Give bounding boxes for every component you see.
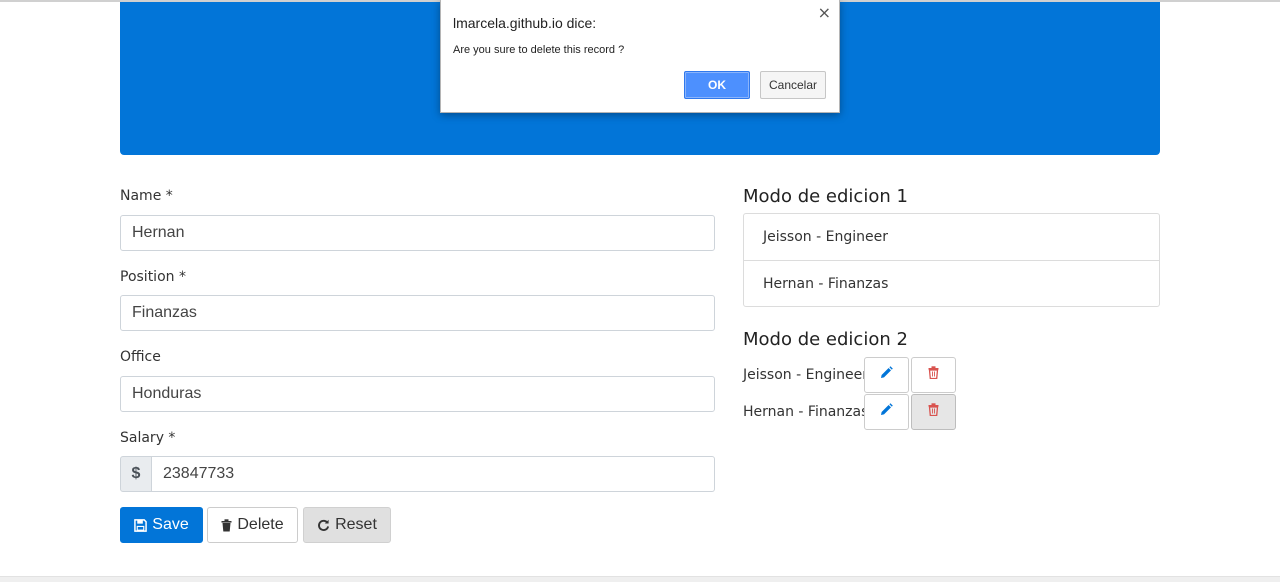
dialog-message: Are you sure to delete this record ? <box>453 44 625 56</box>
record-label: Hernan - Finanzas <box>743 404 869 420</box>
delete-label: Delete <box>237 516 284 533</box>
remove-button[interactable] <box>911 394 956 430</box>
name-input[interactable]: Hernan <box>120 215 715 251</box>
page: Name * Hernan Position * Finanzas Office… <box>0 0 1280 582</box>
reset-button[interactable]: Reset <box>303 507 391 543</box>
currency-addon: $ <box>120 456 152 492</box>
edit-button[interactable] <box>864 394 909 430</box>
salary-input[interactable]: 23847733 <box>152 456 715 492</box>
bottom-border <box>0 576 1280 582</box>
trash-icon <box>928 366 939 384</box>
ok-button[interactable]: OK <box>684 71 750 99</box>
position-input[interactable]: Finanzas <box>120 295 715 331</box>
position-label: Position * <box>120 269 186 285</box>
record-row: Jeisson - Engineer <box>743 357 958 393</box>
salary-label: Salary * <box>120 430 176 446</box>
pencil-icon <box>880 366 893 384</box>
record-row: Hernan - Finanzas <box>743 394 958 430</box>
delete-button[interactable]: Delete <box>207 507 298 543</box>
dialog-title: lmarcela.github.io dice: <box>453 15 597 31</box>
save-button[interactable]: Save <box>120 507 203 543</box>
refresh-icon <box>317 519 330 532</box>
cancel-button[interactable]: Cancelar <box>760 71 826 99</box>
list-item[interactable]: Jeisson - Engineer <box>744 214 1159 260</box>
edit-mode-2-heading: Modo de edicion 2 <box>743 329 908 350</box>
floppy-disk-icon <box>134 518 148 532</box>
office-label: Office <box>120 349 161 365</box>
trash-icon <box>221 518 232 532</box>
office-input[interactable]: Honduras <box>120 376 715 412</box>
close-icon[interactable]: × <box>818 3 831 22</box>
salary-input-group: $ 23847733 <box>120 456 715 492</box>
record-label: Jeisson - Engineer <box>743 367 868 383</box>
trash-icon <box>928 403 939 421</box>
list-item[interactable]: Hernan - Finanzas <box>744 260 1159 306</box>
edit-mode-1-list: Jeisson - Engineer Hernan - Finanzas <box>743 213 1160 307</box>
reset-label: Reset <box>335 516 377 533</box>
remove-button[interactable] <box>911 357 956 393</box>
name-label: Name * <box>120 188 173 204</box>
confirm-dialog: lmarcela.github.io dice: × Are you sure … <box>440 0 840 113</box>
pencil-icon <box>880 403 893 421</box>
save-label: Save <box>152 516 189 533</box>
edit-button[interactable] <box>864 357 909 393</box>
edit-mode-1-heading: Modo de edicion 1 <box>743 186 908 207</box>
